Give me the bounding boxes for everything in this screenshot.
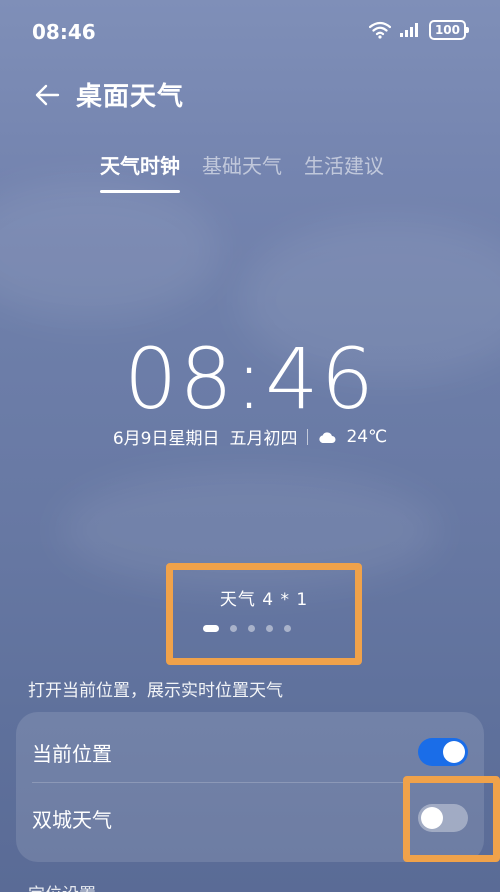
current-location-toggle[interactable] <box>418 738 468 766</box>
preview-lunar-date: 五月初四 <box>229 429 298 449</box>
tab-basic-weather[interactable]: 基础天气 <box>202 150 282 189</box>
setting-row-current-location[interactable]: 当前位置 <box>16 716 484 784</box>
preview-clock: 08:46 <box>123 330 377 428</box>
status-icons: 100 <box>368 20 470 40</box>
page-indicator <box>203 625 291 632</box>
widget-style-highlight <box>166 563 362 665</box>
setting-label: 双城天气 <box>32 808 112 832</box>
wifi-icon <box>368 21 391 39</box>
cloud-icon <box>319 431 336 443</box>
location-settings-item[interactable]: 定位设置 <box>28 880 96 892</box>
location-hint: 打开当前位置，展示实时位置天气 <box>28 681 283 701</box>
toggle-knob <box>443 741 465 763</box>
tab-life-advice[interactable]: 生活建议 <box>304 150 384 189</box>
tab-bar: 天气时钟 基础天气 生活建议 <box>100 150 384 193</box>
preview-date: 6月9日星期日 <box>112 429 220 449</box>
date-separator <box>307 428 309 445</box>
header: 桌面天气 <box>32 76 184 113</box>
preview-date-line: 6月9日星期日 五月初四 24℃ <box>0 424 500 450</box>
tab-weather-clock[interactable]: 天气时钟 <box>100 150 180 193</box>
widget-style-label[interactable]: 天气 4 * 1 <box>166 585 362 610</box>
setting-label: 当前位置 <box>32 742 112 766</box>
battery-icon: 100 <box>428 20 470 40</box>
signal-icon <box>399 23 418 37</box>
page-dot[interactable] <box>203 625 219 632</box>
back-arrow-icon[interactable] <box>32 79 64 111</box>
page-dot[interactable] <box>230 625 237 632</box>
page-dot[interactable] <box>248 625 255 632</box>
status-bar: 08:46 100 <box>0 0 500 60</box>
page-title: 桌面天气 <box>76 82 185 112</box>
toggle-highlight <box>403 776 500 862</box>
preview-temperature: 24℃ <box>346 426 388 447</box>
status-time: 08:46 <box>32 20 96 44</box>
page-dot[interactable] <box>284 625 291 632</box>
page-dot[interactable] <box>266 625 273 632</box>
